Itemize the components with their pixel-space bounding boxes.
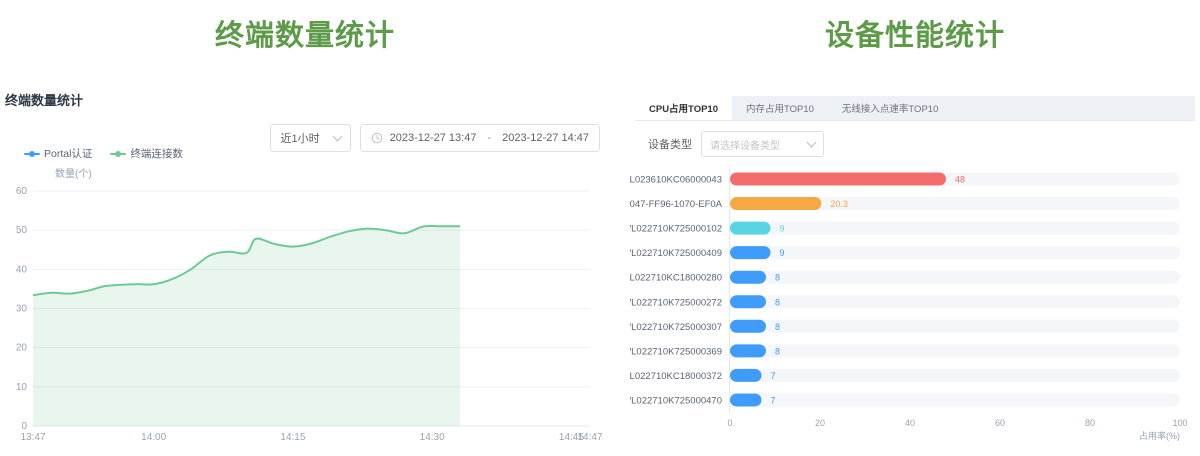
time-range-value: 近1小时 <box>280 130 319 146</box>
svg-text:8: 8 <box>775 273 780 283</box>
date-range-separator: - <box>483 132 495 144</box>
date-range-start: 2023-12-27 13:47 <box>390 132 477 144</box>
device-type-select[interactable]: 请选择设备类型 <box>701 131 824 157</box>
legend-label: 终端连接数 <box>130 146 183 161</box>
svg-text:0: 0 <box>727 418 732 428</box>
svg-text:WL022710K725000409: WL022710K725000409 <box>630 248 722 259</box>
time-range-select[interactable]: 近1小时 <box>270 124 350 152</box>
svg-text:数量(个): 数量(个) <box>55 167 92 180</box>
cpu-usage-bar-chart[interactable]: WL023610KC06000043 48 6047-FF96-1070-EF0A 2… <box>630 160 1200 456</box>
svg-text:40: 40 <box>905 418 915 428</box>
date-range-end: 2023-12-27 14:47 <box>502 132 589 144</box>
svg-text:14:00: 14:00 <box>141 432 166 443</box>
svg-text:WL022710K725000272: WL022710K725000272 <box>630 297 722 308</box>
terminal-count-panel-title: 终端数量统计 <box>5 90 83 109</box>
svg-text:WL023610KC06000043: WL023610KC06000043 <box>630 175 722 186</box>
clock-icon <box>371 132 383 144</box>
device-type-filter: 设备类型 请选择设备类型 <box>648 131 824 157</box>
svg-text:48: 48 <box>955 175 965 185</box>
tab-memory-usage-top10[interactable]: 内存占用TOP10 <box>732 96 828 120</box>
svg-text:WL022710K725000102: WL022710K725000102 <box>630 224 722 235</box>
legend-line-dot-icon <box>24 150 40 158</box>
svg-text:WL022710KC18000372: WL022710KC18000372 <box>630 371 722 382</box>
svg-text:80: 80 <box>1085 418 1095 428</box>
left-section-heading: 终端数量统计 <box>0 12 610 54</box>
legend-item-portal[interactable]: Portal认证 <box>24 146 92 161</box>
svg-text:8: 8 <box>775 297 780 307</box>
terminal-count-line-chart[interactable]: 0 10 20 30 40 50 60 数量(个) 13:47 14:00 14:15 14:30 14… <box>0 160 610 456</box>
svg-text:9: 9 <box>780 248 785 258</box>
svg-text:7: 7 <box>771 371 776 381</box>
device-type-label: 设备类型 <box>648 136 692 152</box>
tab-wireless-ap-rate-top10[interactable]: 无线接入点速率TOP10 <box>828 96 952 120</box>
svg-text:WL022710KC18000280: WL022710KC18000280 <box>630 273 722 284</box>
svg-text:8: 8 <box>775 346 780 356</box>
svg-text:9: 9 <box>780 224 785 234</box>
svg-text:WL022710K725000307: WL022710K725000307 <box>630 322 722 333</box>
legend-line-dot-icon <box>110 150 126 158</box>
svg-text:8: 8 <box>775 322 780 332</box>
svg-text:30: 30 <box>16 304 28 315</box>
right-section-heading: 设备性能统计 <box>630 12 1200 54</box>
performance-tabs: CPU占用TOP10 内存占用TOP10 无线接入点速率TOP10 <box>635 96 1195 121</box>
svg-text:6047-FF96-1070-EF0A: 6047-FF96-1070-EF0A <box>630 199 723 210</box>
svg-text:20.3: 20.3 <box>830 199 848 209</box>
legend-label: Portal认证 <box>44 146 92 161</box>
dashboard: 终端数量统计 设备性能统计 终端数量统计 近1小时 2023-12-27 13:… <box>0 0 1200 456</box>
svg-text:60: 60 <box>995 418 1005 428</box>
svg-text:占用率(%): 占用率(%) <box>1139 430 1180 441</box>
svg-text:50: 50 <box>16 225 28 236</box>
svg-text:20: 20 <box>16 343 28 354</box>
legend-item-terminal-connections[interactable]: 终端连接数 <box>110 146 183 161</box>
svg-text:100: 100 <box>1172 418 1187 428</box>
date-range-picker[interactable]: 2023-12-27 13:47 - 2023-12-27 14:47 <box>360 124 600 152</box>
svg-text:13:47: 13:47 <box>20 432 45 443</box>
svg-text:14:30: 14:30 <box>420 432 445 443</box>
svg-text:40: 40 <box>16 264 28 275</box>
svg-text:WL022710K725000369: WL022710K725000369 <box>630 346 722 357</box>
svg-text:10: 10 <box>16 382 28 393</box>
line-chart-legend: Portal认证 终端连接数 <box>24 146 183 161</box>
chevron-down-icon <box>807 138 817 148</box>
device-type-placeholder: 请选择设备类型 <box>710 137 780 152</box>
svg-text:7: 7 <box>771 395 776 405</box>
svg-text:WL022710K725000470: WL022710K725000470 <box>630 395 722 406</box>
svg-text:0: 0 <box>21 421 27 432</box>
svg-text:14:15: 14:15 <box>280 432 305 443</box>
svg-text:20: 20 <box>815 418 825 428</box>
svg-text:60: 60 <box>16 186 28 197</box>
tab-cpu-usage-top10[interactable]: CPU占用TOP10 <box>635 96 732 120</box>
svg-text:14:47: 14:47 <box>577 432 602 443</box>
chevron-down-icon <box>332 132 342 142</box>
